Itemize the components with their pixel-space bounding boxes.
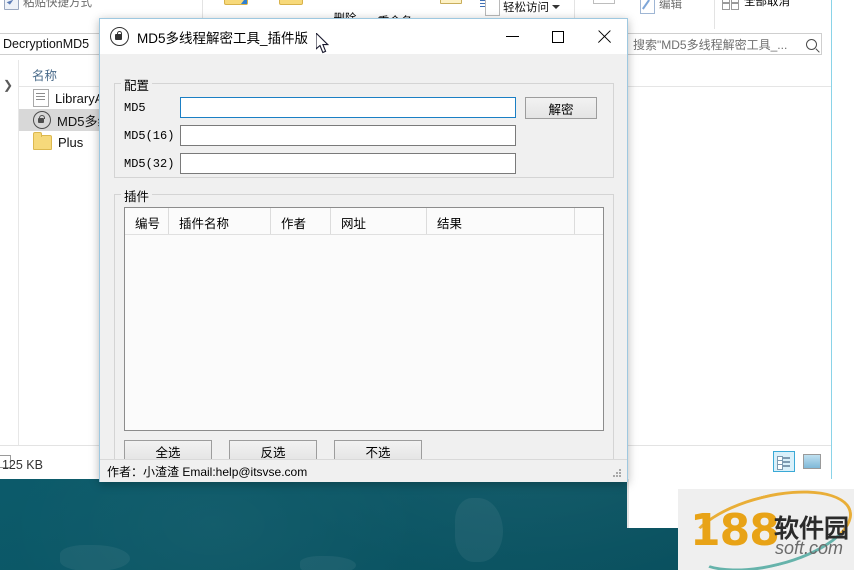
plugins-table[interactable]: 编号 插件名称 作者 网址 结果 <box>124 207 604 431</box>
status-bar-text: 作者：小渣渣 Email:help@itsvse.com <box>107 464 308 479</box>
window-title: MD5多线程解密工具_插件版 <box>137 30 309 46</box>
dialog-status-bar: 作者：小渣渣 Email:help@itsvse.com <box>100 459 627 482</box>
invert-selection-label: 反选 <box>260 445 286 460</box>
breadcrumb-label: DecryptionMD5 <box>3 37 90 51</box>
ribbon-paste-shortcut[interactable]: 粘贴快捷方式 <box>4 0 92 10</box>
dialog-body: 配置 MD5 解密 MD5(16) MD5(32) 插件 编号 插件名称 作者 … <box>100 54 627 467</box>
column-header-author[interactable]: 作者 <box>271 208 331 234</box>
column-header-name: 名称 <box>32 69 58 83</box>
status-text: 目 125 KB <box>0 458 43 472</box>
window-controls[interactable] <box>489 19 627 54</box>
properties-icon <box>593 0 615 4</box>
ribbon-label: 编辑 <box>659 0 682 11</box>
column-header-url[interactable]: 网址 <box>331 208 427 234</box>
new-folder-icon <box>440 0 462 4</box>
minimize-button[interactable] <box>489 19 535 54</box>
column-header-plugin-name[interactable]: 插件名称 <box>169 208 271 234</box>
resize-grip[interactable] <box>613 469 623 479</box>
select-none-icon <box>722 0 740 10</box>
ribbon-label: 轻松访问 <box>503 2 549 14</box>
details-view-button[interactable] <box>773 451 795 472</box>
navigation-pane[interactable]: ❯ <box>0 60 19 445</box>
map-shape <box>300 556 356 570</box>
md5-16-field-row: MD5(16) <box>124 125 516 146</box>
plugins-table-rows[interactable] <box>125 235 603 433</box>
column-header-result[interactable]: 结果 <box>427 208 575 234</box>
copy-to-icon <box>279 0 303 5</box>
close-icon <box>597 30 611 44</box>
search-icon[interactable] <box>806 38 817 50</box>
md5-16-label: MD5(16) <box>124 128 175 143</box>
move-to-icon <box>224 0 248 5</box>
config-group-title: 配置 <box>121 75 153 94</box>
lock-icon <box>33 111 51 129</box>
select-none-label: 不选 <box>365 445 391 460</box>
map-shape <box>60 545 130 570</box>
ribbon-label: 粘贴快捷方式 <box>23 0 92 9</box>
watermark-logo: 188 软件园 soft.com <box>678 489 854 570</box>
plugins-group-title: 插件 <box>121 186 153 205</box>
column-header-extra[interactable] <box>575 208 603 234</box>
decrypt-button[interactable]: 解密 <box>525 97 597 119</box>
edit-icon <box>640 0 655 14</box>
search-input[interactable]: 搜索"MD5多线程解密工具_... <box>626 33 822 55</box>
large-icons-view-button[interactable] <box>801 451 823 472</box>
logo-domain: soft.com <box>775 538 844 558</box>
md5-32-field-row: MD5(32) <box>124 153 516 174</box>
list-item[interactable]: LibraryA <box>19 87 103 109</box>
list-item[interactable]: Plus <box>19 131 83 153</box>
details-view-icon <box>777 455 791 470</box>
folder-icon <box>33 131 52 150</box>
decrypt-button-label: 解密 <box>548 102 574 117</box>
view-mode-buttons[interactable] <box>773 451 823 472</box>
column-header-id[interactable]: 编号 <box>125 208 169 234</box>
chevron-down-icon[interactable] <box>552 5 560 9</box>
dialog-title-bar[interactable]: MD5多线程解密工具_插件版 <box>100 19 627 54</box>
document-icon <box>33 89 49 107</box>
search-placeholder: 搜索"MD5多线程解密工具_... <box>633 37 788 52</box>
md5-field-row: MD5 <box>124 97 516 118</box>
ribbon-separator <box>714 0 715 29</box>
lock-icon <box>110 27 129 46</box>
mouse-cursor <box>316 33 330 54</box>
close-button[interactable] <box>581 19 627 54</box>
list-item-label: LibraryA <box>55 90 104 106</box>
large-icons-view-icon <box>803 454 821 469</box>
list-item-label: Plus <box>58 134 84 150</box>
easy-access-icon <box>480 0 500 16</box>
ribbon-item-edit[interactable]: 编辑 <box>640 0 696 14</box>
md5-tool-window[interactable]: MD5多线程解密工具_插件版 配置 MD5 解密 MD5(16) MD5(32)… <box>99 18 628 482</box>
config-group: 配置 MD5 解密 MD5(16) MD5(32) <box>114 75 614 178</box>
maximize-icon <box>552 30 564 43</box>
plugins-table-header[interactable]: 编号 插件名称 作者 网址 结果 <box>125 208 603 235</box>
chevron-collapse-icon[interactable]: ❯ <box>3 78 13 92</box>
ribbon-label: 全部取消 <box>744 0 790 8</box>
logo-number: 188 <box>690 505 780 556</box>
select-all-label: 全选 <box>155 445 181 460</box>
ribbon-easy-access[interactable]: 轻松访问 <box>480 0 560 16</box>
ribbon-item-select-none[interactable]: 全部取消 <box>722 0 808 10</box>
md5-16-input[interactable] <box>180 125 516 146</box>
md5-32-input[interactable] <box>180 153 516 174</box>
breadcrumb[interactable]: DecryptionMD5 <box>0 33 106 55</box>
minimize-icon <box>505 35 519 38</box>
map-shape <box>455 498 503 562</box>
md5-label: MD5 <box>124 100 146 115</box>
paste-shortcut-icon <box>4 0 19 10</box>
maximize-button[interactable] <box>535 19 581 54</box>
md5-input[interactable] <box>180 97 516 118</box>
rename-icon: ✕ <box>388 0 401 3</box>
plugins-group: 插件 编号 插件名称 作者 网址 结果 全选 反选 不选 <box>114 186 614 467</box>
md5-32-label: MD5(32) <box>124 156 175 171</box>
